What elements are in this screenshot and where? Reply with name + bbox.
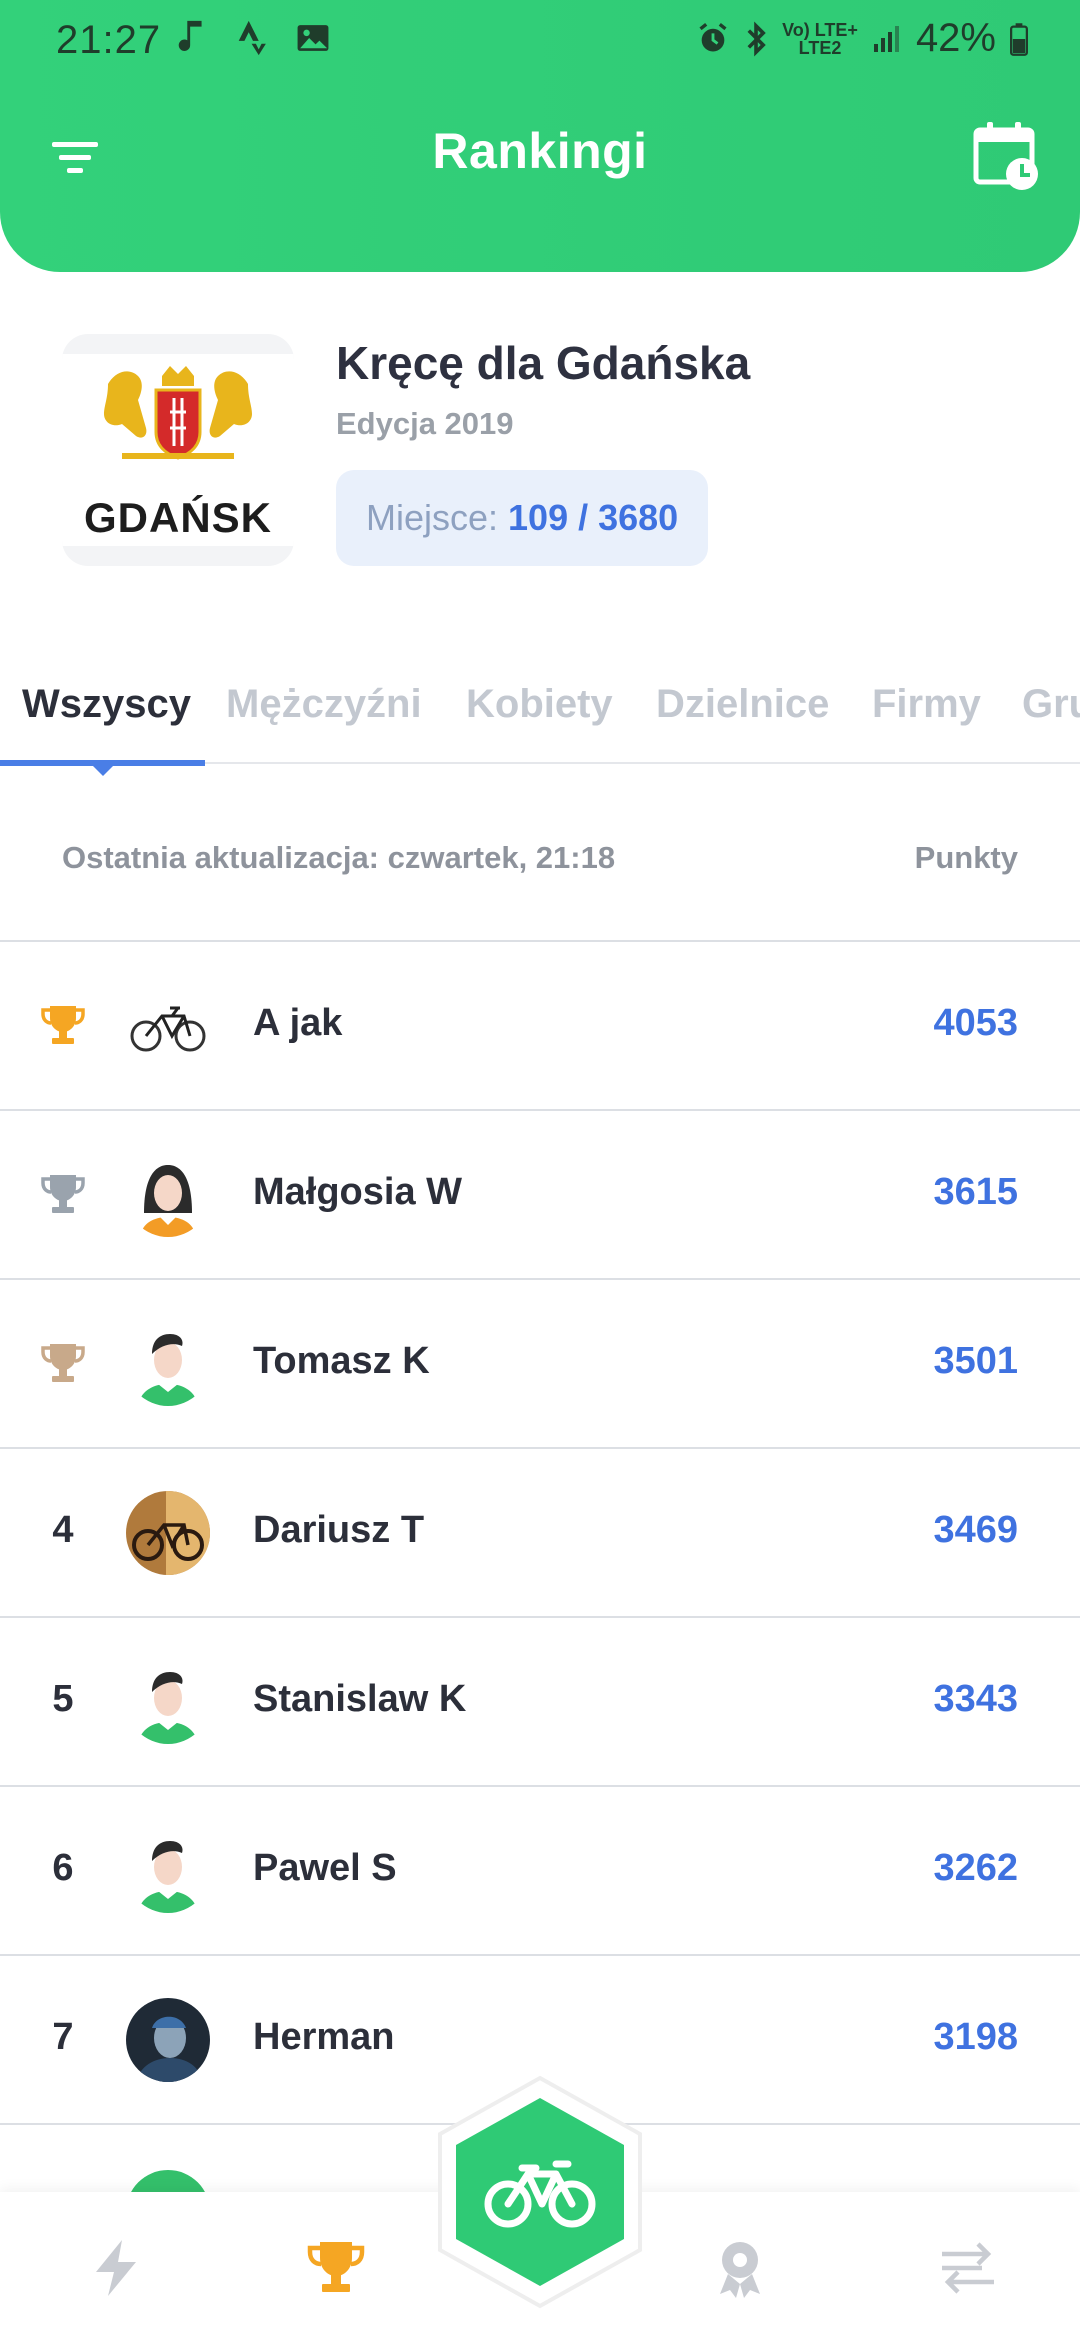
bike-icon <box>438 2075 642 2309</box>
nav-transfers[interactable] <box>936 2236 1000 2300</box>
tab-firmy[interactable]: Firmy <box>872 682 981 727</box>
nav-rankings[interactable] <box>304 2236 368 2300</box>
participant-points: 3615 <box>933 1171 1018 1213</box>
arrows-icon <box>942 2242 994 2294</box>
event-logo: GDAŃSK <box>62 334 294 566</box>
nav-achievements[interactable] <box>708 2236 772 2300</box>
female-avatar-icon <box>126 1153 210 1237</box>
event-edition: Edycja 2019 <box>336 406 514 441</box>
ranking-row[interactable]: Tomasz K 3501 <box>0 1280 1080 1449</box>
status-bar: 21:27 Vo) LTE+ LTE2 42% <box>0 0 1080 80</box>
rank-position <box>36 1340 90 1396</box>
bluetooth-icon <box>747 20 766 57</box>
participant-name: Herman <box>253 2016 395 2058</box>
participant-points: 4053 <box>933 1002 1018 1044</box>
start-ride-button[interactable] <box>430 2072 650 2312</box>
participant-points: 3198 <box>933 2016 1018 2058</box>
gdansk-coat-of-arms-icon <box>104 366 252 460</box>
avatar <box>126 984 210 1068</box>
rank-position: 7 <box>52 2016 74 2058</box>
rank-position <box>36 1171 90 1227</box>
tab-grupy[interactable]: Gru <box>1022 682 1080 727</box>
rank-position <box>36 1002 90 1058</box>
bicycle-photo-icon <box>126 984 210 1068</box>
points-column-header: Punkty <box>914 840 1018 875</box>
participant-points: 3343 <box>933 1678 1018 1720</box>
avatar <box>126 1153 210 1237</box>
participant-points: 3501 <box>933 1340 1018 1382</box>
signal-icon <box>873 25 899 52</box>
rank-position: 4 <box>52 1509 74 1551</box>
trophy-gold-icon <box>41 1006 85 1044</box>
ranking-row[interactable]: 4 Dariusz T 3469 <box>0 1449 1080 1618</box>
network-label-top: Vo) LTE+ <box>782 19 858 40</box>
avatar <box>126 1322 210 1406</box>
tab-mezczyzni[interactable]: Mężczyźni <box>226 682 422 727</box>
bicycle-photo-icon <box>126 1491 210 1575</box>
avatar <box>126 1829 210 1913</box>
nav-activity[interactable] <box>84 2236 148 2300</box>
status-time: 21:27 <box>56 18 162 62</box>
image-icon <box>297 25 329 51</box>
ranking-row[interactable]: 5 Stanislaw K 3343 <box>0 1618 1080 1787</box>
trophy-bronze-icon <box>41 1344 85 1382</box>
calendar-clock-icon <box>973 122 1038 190</box>
header-bar: 21:27 Vo) LTE+ LTE2 42% Rankingi <box>0 0 1080 272</box>
tab-kobiety[interactable]: Kobiety <box>466 682 613 727</box>
network-label-bottom: LTE2 <box>798 37 842 58</box>
status-right-icons: Vo) LTE+ LTE2 42% <box>696 16 1028 61</box>
participant-name: Pawel S <box>253 1847 397 1889</box>
participant-name: Stanislaw K <box>253 1678 467 1720</box>
participant-name: Dariusz T <box>253 1509 425 1551</box>
male-avatar-icon <box>126 1322 210 1406</box>
strava-icon <box>238 20 266 56</box>
music-note-icon <box>178 20 202 51</box>
ranking-list: A jak 4053 Małgosia W 3615 Tomasz K 3501… <box>0 942 1080 2125</box>
last-update-text: Ostatnia aktualizacja: czwartek, 21:18 <box>62 840 616 875</box>
ranking-info-row: Ostatnia aktualizacja: czwartek, 21:18 P… <box>0 764 1080 942</box>
participant-points: 3262 <box>933 1847 1018 1889</box>
avatar <box>126 1998 210 2082</box>
event-title: Kręcę dla Gdańska <box>336 337 751 389</box>
rank-position: 5 <box>52 1678 74 1720</box>
battery-percent: 42% <box>915 16 996 60</box>
avatar <box>126 1660 210 1744</box>
page-title: Rankingi <box>432 123 648 179</box>
trophy-icon <box>307 2242 365 2292</box>
male-avatar-icon <box>126 1829 210 1913</box>
rank-position: 6 <box>52 1847 74 1889</box>
alarm-icon <box>699 22 727 51</box>
place-value: 109 / 3680 <box>508 497 679 538</box>
male-avatar-icon <box>126 1660 210 1744</box>
participant-name: A jak <box>253 1002 343 1044</box>
status-notification-icons <box>175 18 331 58</box>
participant-name: Małgosia W <box>253 1171 463 1213</box>
calendar-button[interactable] <box>970 120 1042 192</box>
tab-wszyscy[interactable]: Wszyscy <box>22 682 191 727</box>
ranking-row[interactable]: Małgosia W 3615 <box>0 1111 1080 1280</box>
logo-wordmark: GDAŃSK <box>83 494 272 541</box>
ranking-row[interactable]: 6 Pawel S 3262 <box>0 1787 1080 1956</box>
battery-icon <box>1010 22 1028 56</box>
avatar <box>126 1491 210 1575</box>
ranking-row[interactable]: A jak 4053 <box>0 942 1080 1111</box>
lightning-icon <box>96 2240 136 2296</box>
place-label: Miejsce: <box>366 497 499 538</box>
ranking-tabs: Wszyscy Mężczyźni Kobiety Dzielnice Firm… <box>0 672 1080 776</box>
photo-avatar-icon <box>126 1998 210 2082</box>
participant-points: 3469 <box>933 1509 1018 1551</box>
medal-icon <box>720 2242 760 2298</box>
place-badge: Miejsce: 109 / 3680 <box>336 470 709 566</box>
participant-name: Tomasz K <box>253 1340 430 1382</box>
trophy-silver-icon <box>41 1175 85 1213</box>
tab-dzielnice[interactable]: Dzielnice <box>656 682 829 727</box>
